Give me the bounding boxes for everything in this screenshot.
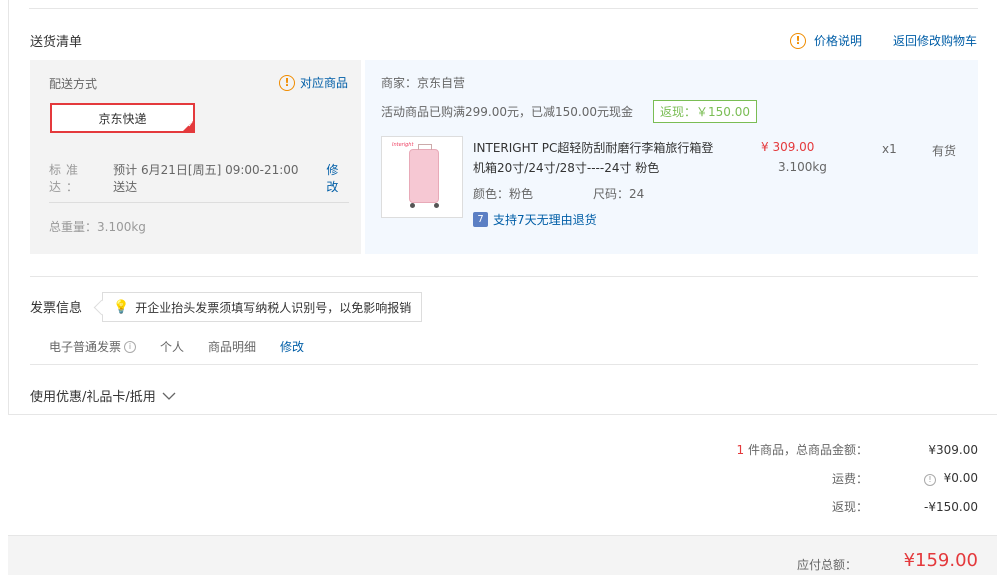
summary-shipping: 运费： ! ¥0.00 [668,470,978,487]
section-border [8,0,9,414]
selected-check-icon [182,120,194,132]
divider [30,276,978,277]
summary-cashback: 返现： -¥150.00 [668,498,978,515]
match-goods-label: 对应商品 [300,76,349,90]
price-note-link[interactable]: ! 价格说明 [790,32,862,49]
cashback-label: 返现： [831,500,868,514]
product-title[interactable]: INTERIGHT PC超轻防刮耐磨行李箱旅行箱登机箱20寸/24寸/28寸--… [473,138,718,178]
ship-method-label: 配送方式 [49,77,98,91]
divider [8,414,997,415]
eta-key: 标准达： [49,163,84,194]
return-policy-badge: 7 支持7天无理由退货 [473,211,597,228]
cashback-tag: 返现：￥150.00 [652,100,757,123]
goods-panel: 商家：京东自营 活动商品已购满299.00元，已减150.00元现金 返现：￥1… [365,60,978,254]
product-weight: 3.100kg [778,160,827,174]
price-note-label: 价格说明 [814,34,863,48]
cashback-value: -¥150.00 [924,499,978,514]
wheel-icon [434,203,439,208]
invoice-type: 电子普通发票 [49,340,122,354]
delivery-list-title: 送货清单 [30,35,83,50]
ship-method-name: 京东快递 [98,111,147,126]
divider [30,364,978,365]
summary-count-label: 1 件商品，总商品金额： [668,441,868,458]
chevron-down-icon [162,392,176,400]
divider [29,8,978,9]
shipping-panel: 配送方式 ! 对应商品 京东快递 标准达： 预计 6月21日[周五] 09:00… [30,60,361,254]
warning-icon: ! [279,74,295,91]
product-size: 尺码：24 [593,187,645,201]
shipping-label: 运费： [831,472,868,486]
stock-status: 有货 [932,144,957,158]
return-policy-label: 支持7天无理由退货 [493,213,597,227]
invoice-details: 电子普通发票 i 个人 商品明细 修改 [49,338,304,355]
total-bar: 应付总额： ¥159.00 [8,535,997,575]
eta-edit-link[interactable]: 修改 [326,161,349,195]
shipping-value: ! ¥0.00 [868,471,978,486]
invoice-tip: 💡 开企业抬头发票须填写纳税人识别号，以免影响报销 [102,292,423,322]
info-icon[interactable]: ! [924,473,936,486]
product-attrs: 颜色：粉色 尺码：24 [473,185,644,202]
ship-method-option[interactable]: 京东快递 [50,103,195,133]
product-image[interactable]: Interight [381,136,463,218]
coupon-toggle[interactable]: 使用优惠/礼品卡/抵用 [30,386,176,405]
merchant: 商家：京东自营 [381,76,466,90]
invoice-detail: 商品明细 [208,340,257,354]
invoice-title: 发票信息 [30,301,83,316]
wheel-icon [410,203,415,208]
eta-value: 预计 6月21日[周五] 09:00-21:00 送达 [113,163,299,194]
promo-row: 活动商品已购满299.00元，已减150.00元现金 返现：￥150.00 [381,100,757,123]
shipping-amount: ¥0.00 [943,471,978,486]
payable-value: ¥159.00 [903,550,978,571]
coupon-label: 使用优惠/礼品卡/抵用 [30,390,156,405]
payable-label: 应付总额： [796,558,857,572]
promo-text: 活动商品已购满299.00元，已减150.00元现金 [381,105,633,119]
total-weight: 总重量：3.100kg [49,220,146,234]
match-goods-link[interactable]: ! 对应商品 [279,74,348,91]
suitcase-image [409,144,439,203]
invoice-personal: 个人 [160,340,185,354]
back-to-cart-link[interactable]: 返回修改购物车 [893,32,977,49]
invoice-edit-link[interactable]: 修改 [280,338,304,355]
seven-day-return-icon: 7 [473,212,488,227]
summary-goods-total: 1 件商品，总商品金额： ¥309.00 [668,441,978,458]
warning-icon: ! [790,32,806,49]
count-label: 件商品，总商品金额： [744,443,868,457]
lightbulb-icon: 💡 [113,299,130,315]
goods-total-value: ¥309.00 [928,442,978,457]
invoice-tip-text: 开企业抬头发票须填写纳税人识别号，以免影响报销 [135,300,412,315]
eta-row: 标准达： 预计 6月21日[周五] 09:00-21:00 送达 修改 [49,161,349,203]
product-price: ¥ 309.00 [761,140,815,154]
product-quantity: x1 [882,142,897,156]
product-color: 颜色：粉色 [473,187,534,201]
info-icon[interactable]: i [124,340,137,353]
brand-logo: Interight [392,142,414,148]
